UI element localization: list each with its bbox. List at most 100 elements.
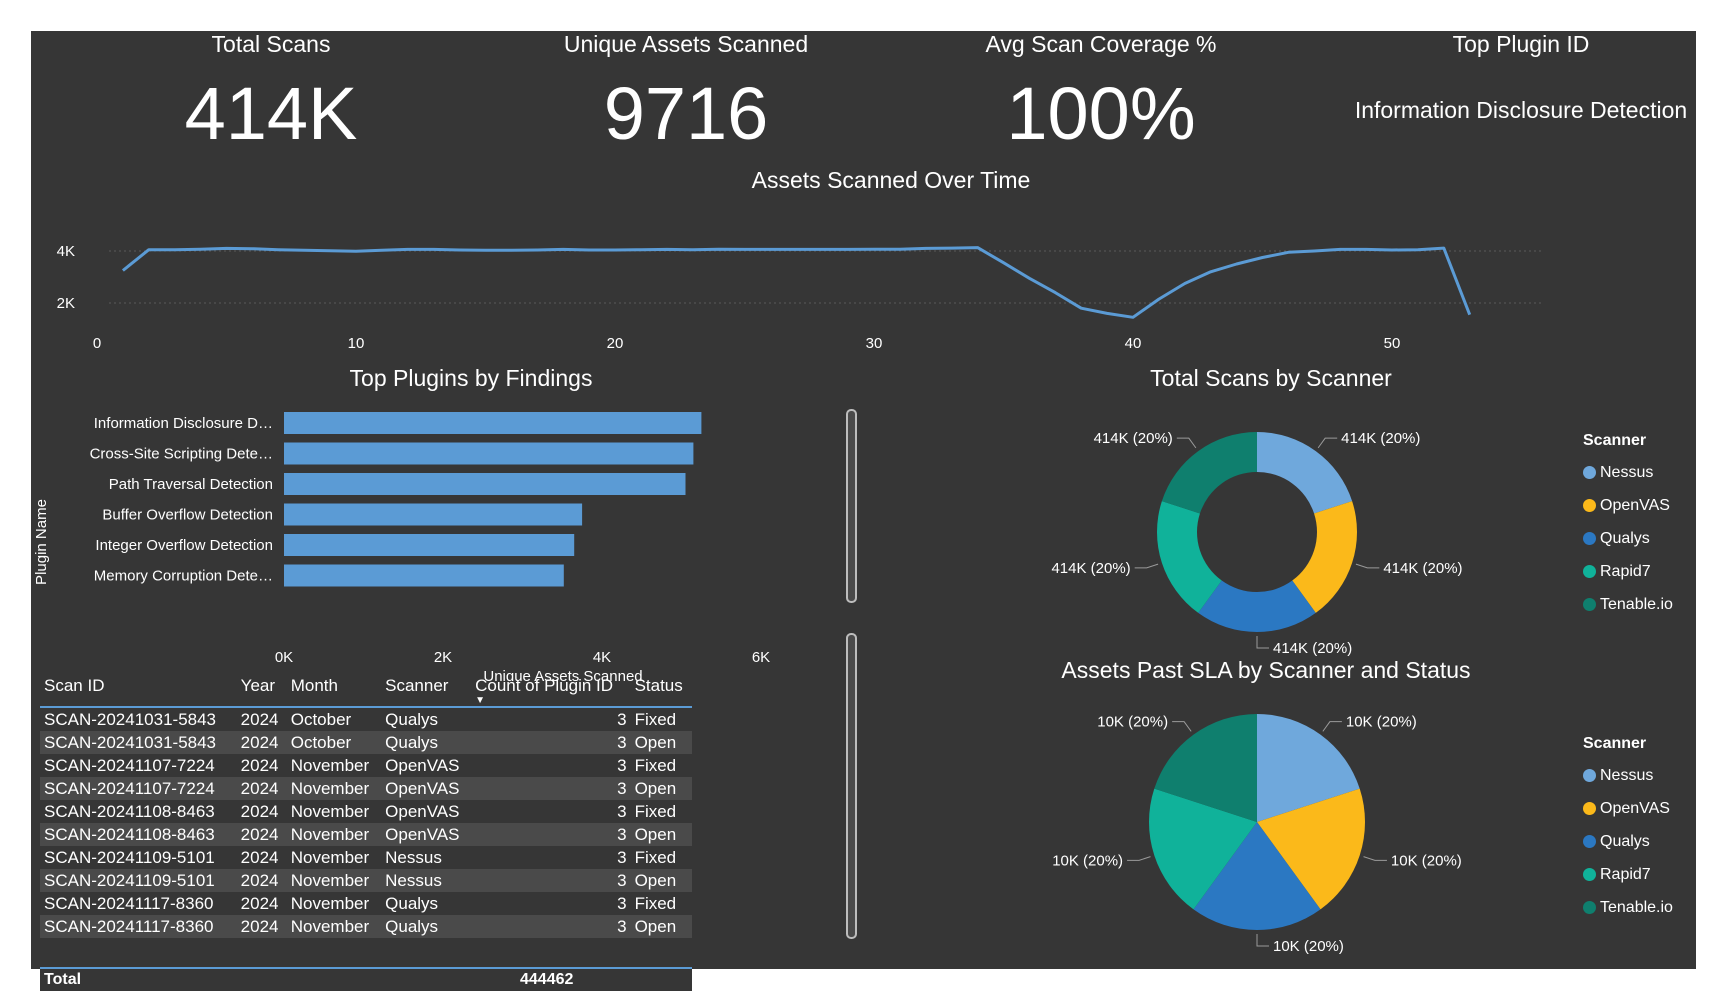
table-row[interactable]: SCAN-20241107-7224 2024 November OpenVAS 3 Fi… <box>40 754 692 777</box>
cell-count: 3 <box>617 893 627 913</box>
legend-item-openvas[interactable]: OpenVAS <box>1583 489 1673 522</box>
leader-line <box>1322 721 1342 732</box>
bar[interactable] <box>284 473 686 495</box>
sort-down-icon[interactable]: ▼ <box>475 695 485 706</box>
cell-scanner: Nessus <box>381 869 472 892</box>
legend-item-tenable-io[interactable]: Tenable.io <box>1583 891 1673 924</box>
x-tick-label: 20 <box>607 335 624 352</box>
cell-count: 3 <box>617 801 627 821</box>
bar[interactable] <box>284 503 583 526</box>
cell-count: 3 <box>471 869 631 892</box>
kpi-total-scans-title: Total Scans <box>211 31 331 57</box>
legend-title: Scanner <box>1583 735 1647 752</box>
kpi-avg-coverage-value: 100% <box>1006 72 1196 155</box>
legend-swatch-icon <box>1583 835 1596 848</box>
legend-label: OpenVAS <box>1600 496 1670 514</box>
kpi-avg-coverage-title: Avg Scan Coverage % <box>985 31 1217 57</box>
bar-chart-scrollbar[interactable] <box>846 409 857 603</box>
cell-year: 2024 <box>236 823 287 846</box>
bar[interactable] <box>284 442 694 465</box>
legend-item-qualys[interactable]: Qualys <box>1583 825 1673 858</box>
x-tick-label: 4K <box>593 649 611 666</box>
col-year[interactable]: Year <box>236 666 287 708</box>
x-tick-label: 0K <box>275 649 293 666</box>
leader-line <box>1256 934 1269 947</box>
cell-count: 3 <box>471 731 631 754</box>
cell-month: November <box>290 755 370 775</box>
cell-month: November <box>290 847 370 867</box>
donut-legend: Scanner Nessus OpenVAS Qualys Rapid7 Tenable… <box>1583 432 1673 621</box>
cell-scanner: OpenVAS <box>385 801 460 821</box>
legend-label: Nessus <box>1600 766 1654 784</box>
table-scrollbar[interactable] <box>846 633 857 939</box>
legend-swatch-icon <box>1583 532 1596 545</box>
slice-data-label: 10K (20%) <box>1097 714 1168 731</box>
table-row[interactable]: SCAN-20241109-5101 2024 November Nessus 3 Ope… <box>40 869 692 892</box>
legend-item-nessus[interactable]: Nessus <box>1583 759 1673 792</box>
leader-line <box>1172 721 1192 732</box>
col-scanner[interactable]: Scanner <box>381 666 472 708</box>
table-row[interactable]: SCAN-20241031-5843 2024 October Qualys 3 Open <box>40 731 692 754</box>
table-row[interactable]: SCAN-20241109-5101 2024 November Nessus 3 Fix… <box>40 846 692 869</box>
kpi-unique-assets-title: Unique Assets Scanned <box>563 31 809 57</box>
slice-data-label: 414K (20%) <box>1383 560 1462 577</box>
table-row[interactable]: SCAN-20241108-8463 2024 November OpenVAS 3 Fi… <box>40 800 692 823</box>
cell-scan-id: SCAN-20241107-7224 <box>44 755 215 775</box>
legend-label: Rapid7 <box>1600 865 1651 883</box>
cell-status: Fixed <box>634 755 677 775</box>
cell-scanner: Qualys <box>385 709 439 729</box>
table-row[interactable]: SCAN-20241117-8360 2024 November Qualys 3 Fix… <box>40 892 692 915</box>
cell-status: Fixed <box>634 709 677 729</box>
donut-chart-title: Total Scans by Scanner <box>1150 365 1392 391</box>
bar[interactable] <box>284 534 575 556</box>
table-row[interactable]: SCAN-20241117-8360 2024 November Qualys 3 Ope… <box>40 915 692 938</box>
col-scan-id[interactable]: Scan ID <box>40 666 237 708</box>
x-tick-label: 10 <box>348 335 365 352</box>
legend-item-qualys[interactable]: Qualys <box>1583 522 1673 555</box>
leader-line <box>1134 563 1159 569</box>
legend-item-nessus[interactable]: Nessus <box>1583 456 1673 489</box>
leader-line <box>1363 856 1387 861</box>
cell-month: October <box>286 731 382 754</box>
legend-swatch-icon <box>1583 565 1596 578</box>
bar[interactable] <box>284 564 564 587</box>
legend-label: Tenable.io <box>1600 595 1673 613</box>
cell-count: 3 <box>617 847 627 867</box>
table-row[interactable]: SCAN-20241108-8463 2024 November OpenVAS 3 Op… <box>40 823 692 846</box>
leader-line <box>1127 856 1151 861</box>
cell-scan-id: SCAN-20241031-5843 <box>44 709 217 729</box>
bar-category-label: Cross-Site Scripting Dete… <box>90 446 273 463</box>
cell-year: 2024 <box>240 709 279 729</box>
cell-scanner: Qualys <box>381 915 472 938</box>
x-tick-label: 50 <box>1384 335 1401 352</box>
bar-category-label: Integer Overflow Detection <box>95 537 273 554</box>
col-count-plugin[interactable]: Count of Plugin ID ▼ <box>471 666 631 708</box>
cell-scanner: OpenVAS <box>381 823 472 846</box>
cell-status: Open <box>630 777 692 800</box>
slice-nessus[interactable] <box>1257 432 1353 514</box>
y-tick-label: 4K <box>57 243 75 260</box>
kpi-top-plugin-title: Top Plugin ID <box>1452 31 1590 57</box>
table-row[interactable]: SCAN-20241107-7224 2024 November OpenVAS 3 Op… <box>40 777 692 800</box>
cell-year: 2024 <box>236 731 287 754</box>
slice-tenable-io[interactable] <box>1161 432 1257 514</box>
cell-scan-id: SCAN-20241117-8360 <box>44 893 214 913</box>
cell-scan-id: SCAN-20241109-5101 <box>44 847 215 867</box>
legend-item-openvas[interactable]: OpenVAS <box>1583 792 1673 825</box>
cell-year: 2024 <box>240 801 279 821</box>
col-status[interactable]: Status <box>630 666 692 708</box>
bar[interactable] <box>284 412 702 434</box>
legend-item-tenable-io[interactable]: Tenable.io <box>1583 588 1673 621</box>
x-tick-label: 30 <box>866 335 883 352</box>
col-month[interactable]: Month <box>286 666 382 708</box>
legend-label: Qualys <box>1600 529 1650 547</box>
assets-past-sla-pie: 10K (20%) 10K (20%) 10K (20%) 10K (20%) 10K … <box>1052 714 1462 955</box>
slice-data-label: 414K (20%) <box>1051 560 1130 577</box>
series-line[interactable] <box>121 246 1472 319</box>
dashboard-canvas: Total Scans 414K Unique Assets Scanned 9… <box>31 31 1696 991</box>
cell-month: November <box>286 777 382 800</box>
legend-item-rapid7[interactable]: Rapid7 <box>1583 858 1673 891</box>
legend-swatch-icon <box>1583 868 1596 881</box>
legend-item-rapid7[interactable]: Rapid7 <box>1583 555 1673 588</box>
table-row[interactable]: SCAN-20241031-5843 2024 October Qualys 3 Fixe… <box>40 707 692 731</box>
